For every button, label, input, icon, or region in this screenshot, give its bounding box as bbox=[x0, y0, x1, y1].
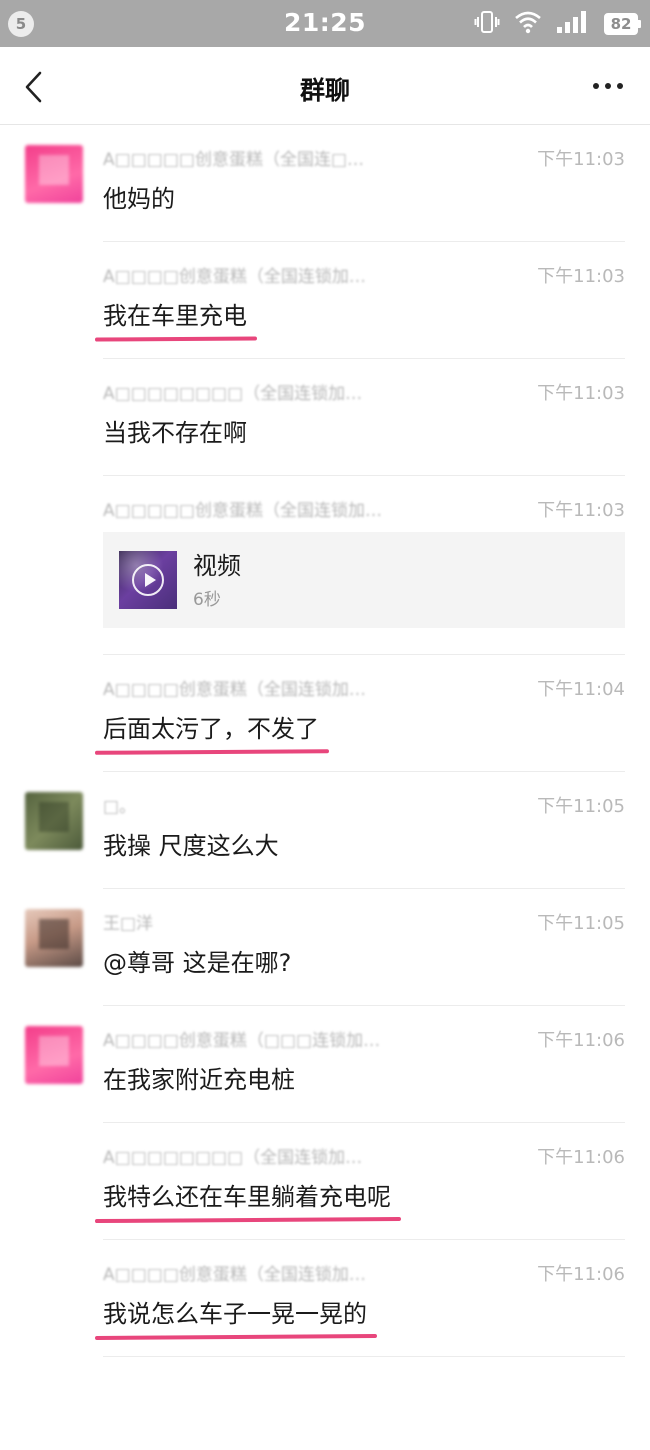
message-time: 下午11:06 bbox=[537, 1264, 625, 1285]
message-text-content: 我特么还在车里躺着充电呢 bbox=[103, 1183, 391, 1211]
signal-icon bbox=[556, 10, 590, 38]
sender-name: A□□□□□□□□（全国连锁加… bbox=[103, 1148, 363, 1168]
message-item[interactable]: A□□□□□□□□（全国连锁加… 下午11:03 当我不存在啊 bbox=[0, 359, 650, 476]
chat-header: 群聊 bbox=[0, 47, 650, 125]
message-time: 下午11:04 bbox=[537, 679, 625, 700]
wifi-icon bbox=[514, 10, 542, 38]
vibrate-icon bbox=[474, 9, 500, 39]
sender-name: A□□□□□创意蛋糕（全国连□… bbox=[103, 150, 365, 170]
message-item[interactable]: A□□□□创意蛋糕（□□□连锁加… 下午11:06 在我家附近充电桩 bbox=[0, 1006, 650, 1123]
sender-name: A□□□□创意蛋糕（全国连锁加… bbox=[103, 680, 366, 700]
message-time: 下午11:03 bbox=[537, 500, 625, 521]
message-text-content: 后面太污了，不发了 bbox=[103, 715, 319, 743]
message-text: 我说怎么车子一晃一晃的 bbox=[94, 1298, 378, 1340]
highlight-underline bbox=[94, 749, 330, 755]
message-text-content: 我在车里充电 bbox=[103, 302, 247, 330]
highlight-underline bbox=[94, 1334, 378, 1340]
message-item[interactable]: A□□□□创意蛋糕（全国连锁加… 下午11:06 我说怎么车子一晃一晃的 bbox=[0, 1240, 650, 1357]
video-thumbnail[interactable] bbox=[119, 551, 177, 609]
message-text: @尊哥 这是在哪? bbox=[103, 949, 292, 977]
highlight-underline bbox=[94, 1216, 402, 1224]
message-item[interactable]: □。 下午11:05 我操 尺度这么大 bbox=[0, 772, 650, 889]
page-title: 群聊 bbox=[299, 76, 350, 105]
message-text: 他妈的 bbox=[103, 185, 175, 213]
message-time: 下午11:06 bbox=[537, 1147, 625, 1168]
sender-name: □。 bbox=[103, 797, 137, 817]
sender-name: 王□洋 bbox=[103, 914, 154, 934]
battery-icon: 82 bbox=[604, 13, 641, 35]
video-title: 视频 bbox=[193, 551, 241, 580]
message-time: 下午11:03 bbox=[537, 383, 625, 404]
status-icons: 82 bbox=[474, 9, 641, 39]
video-message-card[interactable]: 视频 6秒 bbox=[103, 532, 625, 628]
message-text: 后面太污了，不发了 bbox=[94, 713, 330, 755]
message-item[interactable]: A□□□□创意蛋糕（全国连锁加… 下午11:03 我在车里充电 bbox=[0, 242, 650, 359]
message-item[interactable]: A□□□□□创意蛋糕（全国连锁加… 下午11:03 视频 6秒 bbox=[0, 476, 650, 655]
message-text: 当我不存在啊 bbox=[103, 419, 247, 447]
message-list[interactable]: A□□□□□创意蛋糕（全国连□… 下午11:03 他妈的 A□□□□创意蛋糕（全… bbox=[0, 125, 650, 1450]
message-time: 下午11:03 bbox=[537, 266, 625, 287]
video-duration: 6秒 bbox=[193, 589, 221, 610]
avatar[interactable] bbox=[25, 1026, 83, 1084]
play-icon[interactable] bbox=[132, 564, 164, 596]
message-item[interactable]: A□□□□□创意蛋糕（全国连□… 下午11:03 他妈的 bbox=[0, 125, 650, 242]
avatar[interactable] bbox=[25, 792, 83, 850]
highlight-underline bbox=[94, 336, 258, 342]
message-item[interactable]: A□□□□□□□□（全国连锁加… 下午11:06 我特么还在车里躺着充电呢 bbox=[0, 1123, 650, 1240]
message-text: 我在车里充电 bbox=[94, 300, 258, 342]
message-time: 下午11:06 bbox=[537, 1030, 625, 1051]
sender-name: A□□□□□□□□（全国连锁加… bbox=[103, 384, 363, 404]
sender-name: A□□□□创意蛋糕（全国连锁加… bbox=[103, 267, 366, 287]
sender-name: A□□□□创意蛋糕（□□□连锁加… bbox=[103, 1031, 381, 1051]
more-button[interactable] bbox=[586, 69, 630, 103]
sender-name: A□□□□□创意蛋糕（全国连锁加… bbox=[103, 501, 382, 521]
message-time: 下午11:03 bbox=[537, 149, 625, 170]
message-item[interactable]: A□□□□创意蛋糕（全国连锁加… 下午11:04 后面太污了，不发了 bbox=[0, 655, 650, 772]
message-text-content: 我说怎么车子一晃一晃的 bbox=[103, 1300, 367, 1328]
message-text: 我操 尺度这么大 bbox=[103, 832, 279, 860]
more-dots-icon bbox=[593, 83, 623, 89]
message-text: 我特么还在车里躺着充电呢 bbox=[94, 1181, 402, 1224]
message-time: 下午11:05 bbox=[537, 796, 625, 817]
status-bar: 5 21:25 82 bbox=[0, 0, 650, 47]
avatar[interactable] bbox=[25, 909, 83, 967]
message-text: 在我家附近充电桩 bbox=[103, 1066, 295, 1094]
message-item[interactable]: 王□洋 下午11:05 @尊哥 这是在哪? bbox=[0, 889, 650, 1006]
sender-name: A□□□□创意蛋糕（全国连锁加… bbox=[103, 1265, 366, 1285]
message-time: 下午11:05 bbox=[537, 913, 625, 934]
avatar[interactable] bbox=[25, 145, 83, 203]
